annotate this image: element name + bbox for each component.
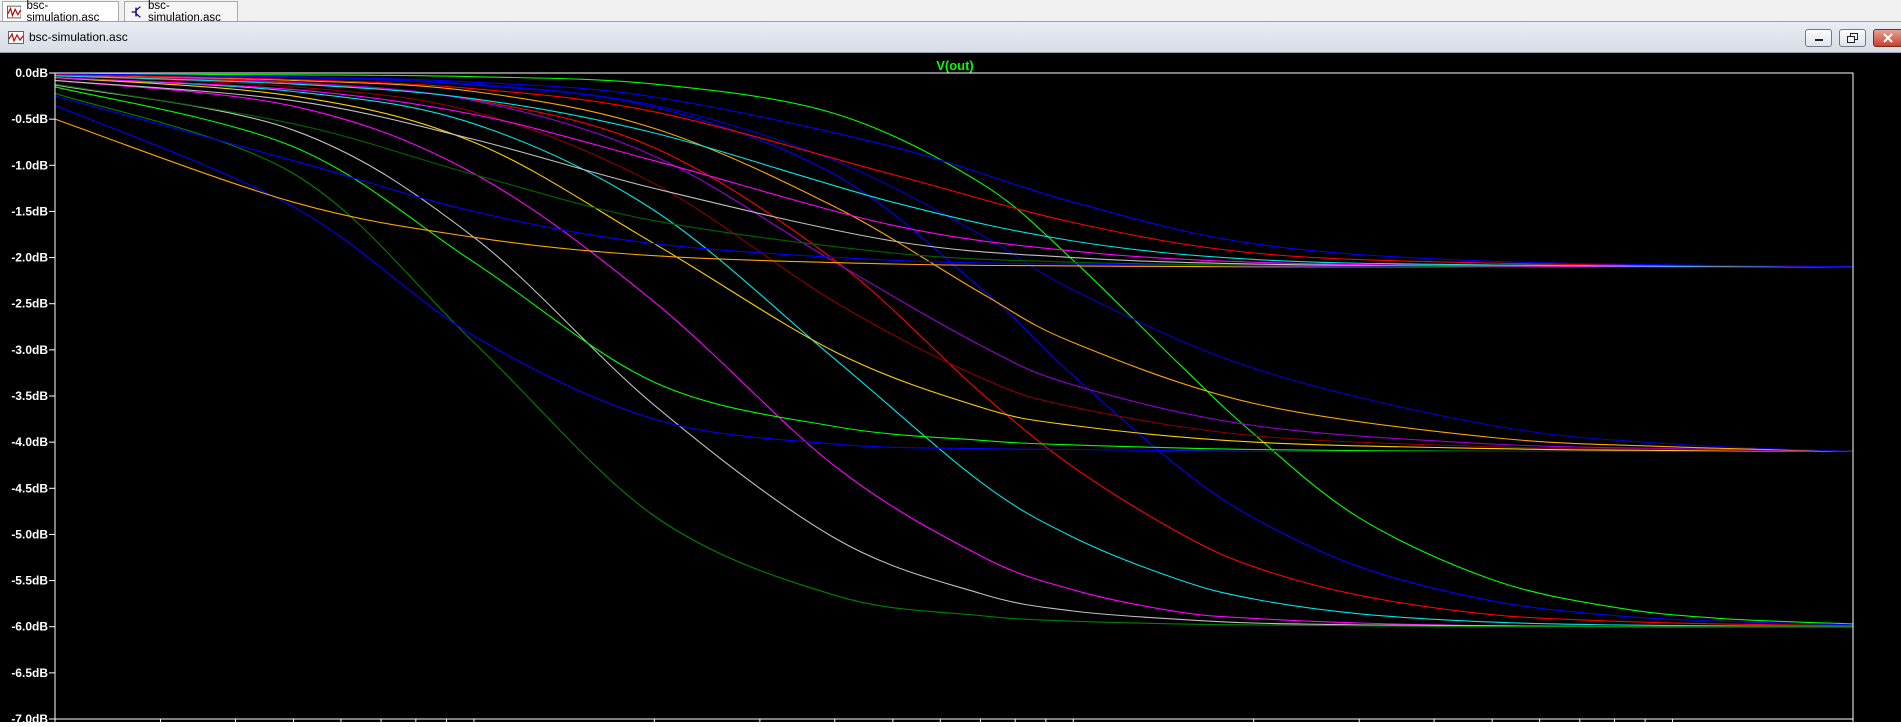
bode-plot[interactable]: V(out) 0.0dB -0.5dB -1.0dB -1.5dB -2.0dB -2.5… bbox=[0, 53, 1901, 727]
y-tick-label: -5.5dB bbox=[11, 574, 48, 588]
chart-title[interactable]: V(out) bbox=[936, 58, 974, 73]
y-tick-label: -2.5dB bbox=[11, 297, 48, 311]
trace-20[interactable] bbox=[54, 75, 1854, 268]
tick-layer: 0.0dB -0.5dB -1.0dB -1.5dB -2.0dB -2.5dB -3.0d… bbox=[11, 66, 1854, 727]
plot-pane[interactable]: V(out) 0.0dB -0.5dB -1.0dB -1.5dB -2.0dB -2.5… bbox=[0, 53, 1901, 727]
minimize-button[interactable] bbox=[1805, 29, 1832, 47]
trace-7[interactable] bbox=[54, 92, 1853, 628]
trace-8[interactable] bbox=[54, 86, 1853, 453]
mdi-tab-bar: bsc-simulation.asc bsc-simulation.asc bbox=[0, 0, 1901, 24]
schematic-icon bbox=[131, 5, 141, 18]
close-icon bbox=[1883, 33, 1893, 43]
trace-4[interactable] bbox=[54, 77, 1854, 628]
window-title: bsc-simulation.asc bbox=[29, 30, 128, 44]
trace-6[interactable] bbox=[54, 84, 1853, 628]
series-layer bbox=[54, 73, 1854, 628]
tab-waveform[interactable]: bsc-simulation.asc bbox=[2, 0, 119, 24]
y-tick-label: -4.0dB bbox=[11, 435, 48, 449]
waveform-icon bbox=[7, 5, 22, 18]
y-tick-label: -7.0dB bbox=[11, 712, 48, 722]
trace-16[interactable] bbox=[54, 95, 1854, 268]
y-tick-label: -3.0dB bbox=[11, 343, 48, 357]
tab-schematic[interactable]: bsc-simulation.asc bbox=[124, 0, 238, 24]
trace-18[interactable] bbox=[54, 79, 1854, 268]
restore-icon bbox=[1847, 33, 1858, 43]
y-tick-label: -0.5dB bbox=[11, 112, 48, 126]
y-tick-label: -2.0dB bbox=[11, 251, 48, 265]
close-button[interactable] bbox=[1873, 29, 1901, 47]
trace-5[interactable] bbox=[54, 79, 1853, 628]
restore-button[interactable] bbox=[1839, 29, 1866, 47]
y-tick-label: -1.0dB bbox=[11, 158, 48, 172]
trace-15[interactable] bbox=[54, 118, 1853, 268]
window-titlebar[interactable]: bsc-simulation.asc bbox=[0, 22, 1901, 53]
trace-9[interactable] bbox=[54, 104, 1853, 453]
trace-21[interactable] bbox=[54, 74, 1854, 268]
y-tick-label: -5.0dB bbox=[11, 527, 48, 541]
tab-label: bsc-simulation.asc bbox=[26, 0, 100, 24]
y-tick-label: 0.0dB bbox=[15, 66, 48, 80]
y-tick-label: -6.0dB bbox=[11, 620, 48, 634]
tab-label: bsc-simulation.asc bbox=[148, 0, 221, 24]
waveform-icon bbox=[8, 31, 24, 44]
y-tick-label: -3.5dB bbox=[11, 389, 48, 403]
y-tick-label: -1.5dB bbox=[11, 204, 48, 218]
y-tick-label: -4.5dB bbox=[11, 481, 48, 495]
waveform-window: bsc-simulation.asc V(out) 0.0dB -0.5dB -1.… bbox=[0, 22, 1901, 727]
trace-17[interactable] bbox=[54, 83, 1854, 268]
y-tick-label: -6.5dB bbox=[11, 666, 48, 680]
trace-22[interactable] bbox=[54, 73, 1854, 268]
minimize-icon bbox=[1814, 39, 1823, 41]
trace-3[interactable] bbox=[54, 75, 1854, 627]
